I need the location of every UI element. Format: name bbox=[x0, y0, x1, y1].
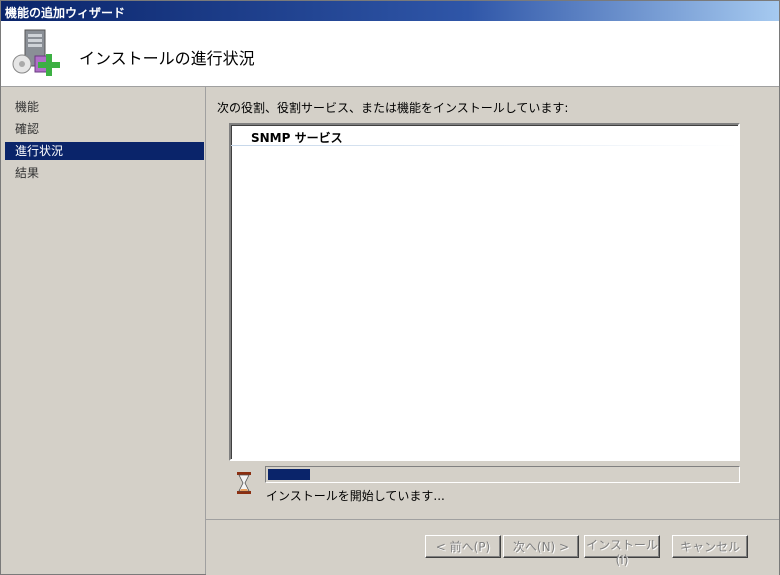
install-status: インストールを開始しています... bbox=[266, 489, 445, 503]
step-progress[interactable]: 進行状況 bbox=[5, 142, 204, 160]
install-progress-bar bbox=[265, 466, 740, 483]
page-title: インストールの進行状況 bbox=[79, 49, 255, 68]
wizard-steps-sidebar: 機能 確認 進行状況 結果 bbox=[1, 87, 206, 574]
step-results[interactable]: 結果 bbox=[5, 164, 204, 182]
cancel-button[interactable]: キャンセル bbox=[672, 535, 748, 558]
hourglass-icon bbox=[237, 472, 251, 494]
wizard-footer: < 前へ(P) 次へ(N) > インストール(I) キャンセル bbox=[206, 519, 779, 575]
list-divider bbox=[231, 145, 738, 146]
main-content: 次の役割、役割サービス、または機能をインストールしています: SNMP サービス… bbox=[206, 87, 779, 519]
title-bar[interactable]: 機能の追加ウィザード bbox=[1, 1, 779, 21]
step-confirmation[interactable]: 確認 bbox=[5, 120, 204, 138]
server-add-icon bbox=[12, 29, 60, 76]
install-description: 次の役割、役割サービス、または機能をインストールしています: bbox=[217, 101, 569, 115]
list-item: SNMP サービス bbox=[251, 131, 343, 145]
install-list[interactable]: SNMP サービス bbox=[229, 123, 740, 461]
window-title: 機能の追加ウィザード bbox=[5, 6, 126, 20]
progress-fill bbox=[268, 469, 310, 480]
next-button[interactable]: 次へ(N) > bbox=[503, 535, 579, 558]
prev-button[interactable]: < 前へ(P) bbox=[425, 535, 501, 558]
wizard-window: 機能の追加ウィザード インストールの進行状況 機能 確認 進行状況 結果 次の役… bbox=[0, 0, 780, 575]
step-features[interactable]: 機能 bbox=[5, 98, 204, 116]
wizard-header: インストールの進行状況 bbox=[1, 21, 779, 87]
install-button[interactable]: インストール(I) bbox=[584, 535, 660, 567]
